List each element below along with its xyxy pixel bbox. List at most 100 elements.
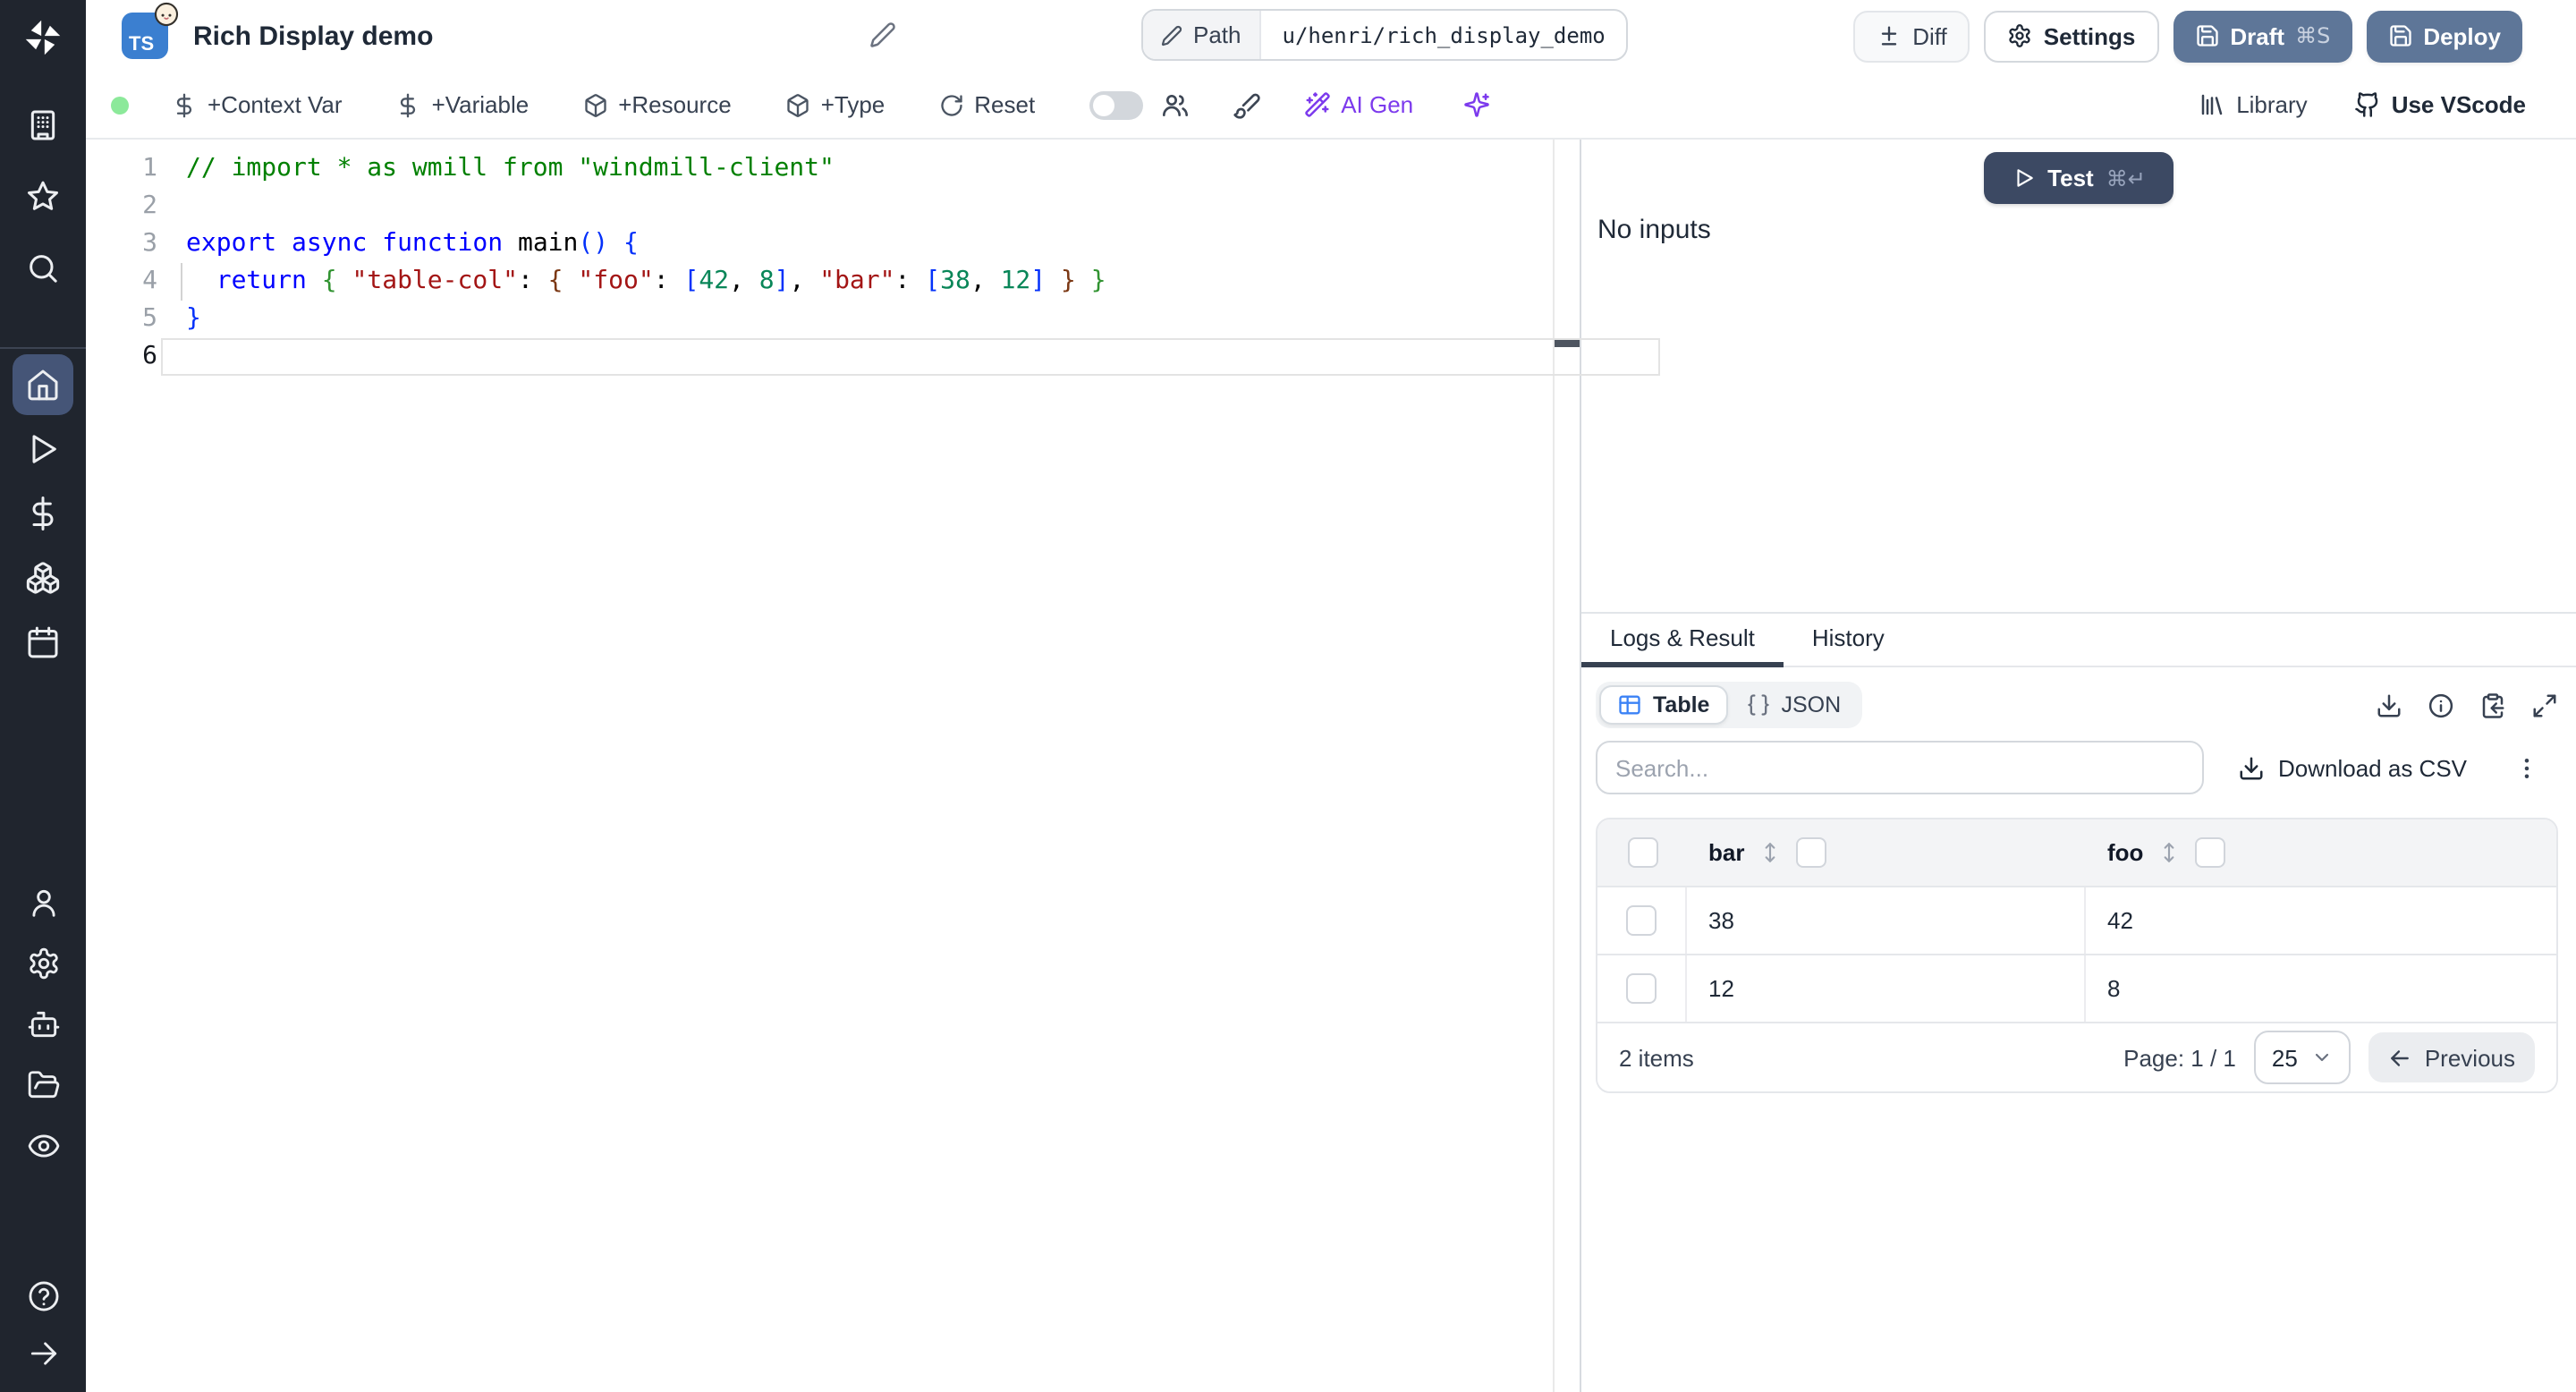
sidebar-item-search[interactable] <box>0 233 86 304</box>
ai-gen-button[interactable]: AI Gen <box>1303 91 1413 118</box>
github-cat-icon <box>2354 91 2381 118</box>
clipboard-copy-icon[interactable] <box>2479 692 2506 718</box>
sidebar-item-home[interactable] <box>0 352 86 417</box>
header-bar: TS Rich Display demo Path u/henri/rich_d… <box>86 0 2576 72</box>
page-size-value: 25 <box>2271 1044 2298 1071</box>
draft-button[interactable]: Draft ⌘S <box>2173 10 2352 62</box>
indent-guide <box>181 263 182 301</box>
format-brush-icon[interactable] <box>1232 90 1260 119</box>
sidebar-nav <box>0 57 86 1392</box>
code-editor[interactable]: 1 2 3 4 5 6 // import * as wmill from "windmi… <box>86 140 1660 1392</box>
folder-open-icon <box>26 1067 60 1101</box>
toolbar-right: Library Use VScode <box>2199 91 2576 118</box>
sidebar-item-folders[interactable] <box>0 1054 86 1115</box>
sidebar-item-help[interactable] <box>0 1267 86 1324</box>
checkbox[interactable] <box>1626 905 1657 936</box>
more-options-kebab-icon[interactable] <box>2513 754 2540 781</box>
code-line-1: // import * as wmill from "windmill-clie… <box>186 154 835 182</box>
run-panel: Test ⌘↵ No inputs Logs & Result History T… <box>1580 140 2576 1392</box>
add-variable-button[interactable]: +Variable <box>396 91 530 118</box>
status-dot <box>111 96 129 114</box>
table-footer: 2 items Page: 1 / 1 25 Previous <box>1597 1022 2556 1091</box>
editor-scrollbar-rail[interactable] <box>1553 140 1580 1392</box>
help-circle-icon <box>26 1278 60 1312</box>
sidebar-item-favorites[interactable] <box>0 161 86 233</box>
diff-label: Diff <box>1912 22 1947 49</box>
windmill-logo-icon[interactable] <box>23 18 63 57</box>
view-mode-table[interactable]: Table <box>1599 685 1728 725</box>
view-mode-json[interactable]: JSON <box>1727 685 1859 725</box>
path-edit-button[interactable]: Path <box>1143 11 1261 59</box>
search-icon <box>25 250 61 286</box>
checkbox[interactable] <box>1626 973 1657 1004</box>
sidebar-item-expand-sidebar[interactable] <box>0 1324 86 1381</box>
sidebar-item-users[interactable] <box>0 871 86 932</box>
settings-label: Settings <box>2043 22 2136 49</box>
sidebar-group-3 <box>0 1267 86 1381</box>
sidebar-item-workspace[interactable] <box>0 89 86 161</box>
package-icon <box>785 92 810 117</box>
path-control[interactable]: Path u/henri/rich_display_demo <box>1141 9 1629 61</box>
add-type-button[interactable]: +Type <box>785 91 885 118</box>
code-content[interactable]: // import * as wmill from "windmill-clie… <box>157 150 1580 1392</box>
sort-icon[interactable] <box>2157 841 2181 864</box>
reset-button[interactable]: Reset <box>938 91 1035 118</box>
sparkles-icon[interactable] <box>1463 91 1490 118</box>
typescript-badge-label: TS <box>129 34 155 55</box>
test-button[interactable]: Test ⌘↵ <box>1984 152 2174 204</box>
calendar-icon <box>25 624 61 660</box>
sidebar <box>0 0 86 1392</box>
table-header-row: bar foo <box>1597 819 2556 886</box>
checkbox[interactable] <box>1796 837 1827 868</box>
cell-value: 38 <box>1708 907 1734 934</box>
windmill-script-editor: TS Rich Display demo Path u/henri/rich_d… <box>0 0 2576 1392</box>
gear-icon <box>26 946 60 980</box>
previous-page-button[interactable]: Previous <box>2368 1032 2535 1082</box>
line-number: 3 <box>142 229 157 258</box>
library-button[interactable]: Library <box>2199 91 2308 118</box>
sidebar-item-settings[interactable] <box>0 932 86 993</box>
path-value: u/henri/rich_display_demo <box>1282 22 1606 47</box>
line-number: 1 <box>142 154 157 182</box>
download-csv-button[interactable]: Download as CSV <box>2237 754 2467 781</box>
download-icon[interactable] <box>2376 692 2402 718</box>
sort-icon[interactable] <box>1758 841 1782 864</box>
edit-title-pencil-icon[interactable] <box>869 21 896 48</box>
line-number-gutter: 1 2 3 4 5 6 <box>86 150 157 1392</box>
deploy-button[interactable]: Deploy <box>2366 10 2522 62</box>
add-variable-label: +Variable <box>431 91 530 118</box>
draft-shortcut: ⌘S <box>2295 23 2331 48</box>
sidebar-item-workers[interactable] <box>0 993 86 1054</box>
sidebar-item-audit-logs[interactable] <box>0 1115 86 1176</box>
sidebar-group-1 <box>0 352 86 675</box>
table-row[interactable]: 38 42 <box>1597 886 2556 954</box>
page-size-select[interactable]: 25 <box>2253 1031 2351 1084</box>
chevron-down-icon <box>2312 1047 2334 1068</box>
tab-logs-result[interactable]: Logs & Result <box>1581 614 1784 667</box>
draft-label: Draft <box>2230 22 2285 49</box>
page-indicator: Page: 1 / 1 <box>2123 1044 2236 1071</box>
home-icon <box>25 367 61 403</box>
sidebar-item-resources[interactable] <box>0 546 86 610</box>
sidebar-item-variables[interactable] <box>0 481 86 546</box>
use-vscode-button[interactable]: Use VScode <box>2354 91 2526 118</box>
info-icon[interactable] <box>2428 692 2454 718</box>
multiplayer-toggle[interactable] <box>1089 90 1143 119</box>
users-icon[interactable] <box>1160 90 1189 119</box>
search-input[interactable] <box>1596 741 2204 794</box>
deploy-label: Deploy <box>2423 22 2501 49</box>
checkbox[interactable] <box>2195 837 2226 868</box>
tab-history[interactable]: History <box>1784 614 1913 666</box>
settings-button[interactable]: Settings <box>1984 10 2159 62</box>
table-icon <box>1617 692 1642 717</box>
add-resource-button[interactable]: +Resource <box>582 91 732 118</box>
sidebar-item-runs[interactable] <box>0 417 86 481</box>
table-row[interactable]: 12 8 <box>1597 954 2556 1022</box>
sidebar-item-schedules[interactable] <box>0 610 86 675</box>
checkbox[interactable] <box>1627 837 1657 868</box>
editor-toolbar: +Context Var +Variable +Resource +Type R… <box>86 72 2576 140</box>
expand-icon[interactable] <box>2531 692 2558 718</box>
add-context-var-button[interactable]: +Context Var <box>172 91 343 118</box>
diff-button[interactable]: Diff <box>1853 10 1970 62</box>
